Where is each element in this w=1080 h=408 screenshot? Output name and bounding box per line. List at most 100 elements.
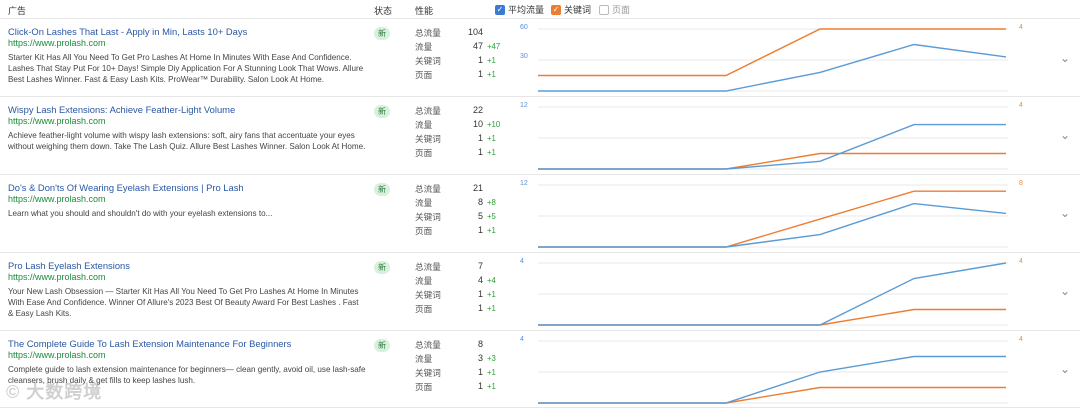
ad-url[interactable]: https://www.prolash.com	[8, 194, 106, 204]
metric-value: 1	[477, 147, 483, 157]
metric-pages: 页面 1 +1	[415, 381, 515, 394]
col-status: 状态	[374, 6, 393, 16]
metric-delta: +1	[487, 56, 496, 65]
ad-description: Starter Kit Has All You Need To Get Pro …	[8, 53, 364, 84]
metric-pages: 页面 1 +1	[415, 303, 515, 316]
status-badge: 新	[374, 339, 390, 352]
metric-value: 1	[477, 225, 483, 235]
metric-value: 1	[477, 289, 483, 299]
metric-keywords: 关键词 1 +1	[415, 367, 515, 380]
chevron-down-icon[interactable]: ⌄	[1060, 206, 1070, 220]
metric-delta: +1	[487, 304, 496, 313]
metric-value: 21	[472, 183, 483, 193]
checkbox-checked-icon: ✓	[495, 4, 505, 15]
metric-traffic: 流量 10 +10	[415, 119, 515, 132]
ad-url[interactable]: https://www.prolash.com	[8, 38, 106, 48]
metric-delta: +10	[487, 120, 501, 129]
ad-title[interactable]: Click-On Lashes That Last - Apply in Min…	[8, 26, 247, 37]
chevron-down-icon[interactable]: ⌄	[1060, 284, 1070, 298]
metric-value: 7	[477, 261, 483, 271]
metric-traffic: 流量 8 +8	[415, 197, 515, 210]
table-header: 广告 状态 性能 ✓ 平均流量 ✓ 关键词 页面	[0, 0, 1080, 18]
metric-delta: +1	[487, 134, 496, 143]
metric-value: 8	[477, 339, 483, 349]
metric-delta: +8	[487, 198, 496, 207]
y-right-max: 4	[1019, 258, 1023, 265]
metric-value: 3	[477, 353, 483, 363]
avg-traffic-series-line	[538, 202, 1007, 248]
metric-delta: +1	[487, 226, 496, 235]
metric-total: 总流量 104	[415, 27, 515, 40]
metric-traffic: 流量 47 +47	[415, 41, 515, 54]
chevron-down-icon[interactable]: ⌄	[1060, 51, 1070, 65]
ad-row: Wispy Lash Extensions: Achieve Feather-L…	[0, 97, 1080, 175]
metric-delta: +1	[487, 148, 496, 157]
metric-label: 流量	[415, 42, 433, 52]
metric-total: 总流量 7	[415, 261, 515, 274]
ad-url[interactable]: https://www.prolash.com	[8, 350, 106, 360]
keyword-series-line	[538, 152, 1006, 170]
metric-delta: +5	[487, 212, 496, 221]
chevron-down-icon[interactable]: ⌄	[1060, 128, 1070, 142]
metric-label: 页面	[415, 70, 433, 80]
col-ad: 广告	[8, 6, 27, 16]
metric-value: 47	[472, 41, 483, 51]
metric-value: 1	[477, 303, 483, 313]
metric-pages: 页面 1 +1	[415, 147, 515, 160]
metric-label: 页面	[415, 148, 433, 158]
y-left-max: 12	[520, 180, 528, 187]
status-badge: 新	[374, 183, 390, 196]
metric-value: 22	[472, 105, 483, 115]
keyword-toggle[interactable]: ✓ 关键词	[551, 3, 591, 16]
y-left-max: 12	[520, 102, 528, 109]
avg-traffic-toggle[interactable]: ✓ 平均流量	[495, 3, 544, 16]
metric-traffic: 流量 4 +4	[415, 275, 515, 288]
metric-delta: +1	[487, 382, 496, 391]
metric-keywords: 关键词 1 +1	[415, 133, 515, 146]
chevron-down-icon[interactable]: ⌄	[1060, 362, 1070, 376]
metric-delta: +1	[487, 368, 496, 377]
metric-total: 总流量 22	[415, 105, 515, 118]
metric-label: 页面	[415, 382, 433, 392]
ad-title[interactable]: Pro Lash Eyelash Extensions	[8, 260, 130, 271]
ad-row: Click-On Lashes That Last - Apply in Min…	[0, 18, 1080, 97]
ad-title[interactable]: Do's & Don'ts Of Wearing Eyelash Extensi…	[8, 182, 244, 193]
ad-description: Achieve feather-light volume with wispy …	[8, 131, 366, 151]
metric-value: 1	[477, 381, 483, 391]
metric-value: 1	[477, 69, 483, 79]
col-perf: 性能	[415, 6, 434, 16]
avg-traffic-series-line	[538, 123, 1006, 170]
watermark: © 大数跨境	[6, 382, 103, 402]
metric-value: 104	[467, 27, 483, 37]
metric-keywords: 关键词 1 +1	[415, 55, 515, 68]
ad-description: Your New Lash Obsession — Starter Kit Ha…	[8, 287, 359, 318]
metric-label: 流量	[415, 276, 433, 286]
metric-value: 1	[477, 367, 483, 377]
metric-label: 页面	[415, 304, 433, 314]
metric-label: 流量	[415, 120, 433, 130]
metric-keywords: 关键词 5 +5	[415, 211, 515, 224]
metric-delta: +47	[487, 42, 501, 51]
metric-label: 流量	[415, 354, 433, 364]
page-toggle[interactable]: 页面	[599, 3, 630, 16]
metric-pages: 页面 1 +1	[415, 225, 515, 238]
ad-title[interactable]: Wispy Lash Extensions: Achieve Feather-L…	[8, 104, 235, 115]
metric-value: 1	[477, 133, 483, 143]
metric-label: 页面	[415, 226, 433, 236]
ad-url[interactable]: https://www.prolash.com	[8, 272, 106, 282]
status-badge: 新	[374, 27, 390, 40]
ad-url[interactable]: https://www.prolash.com	[8, 116, 106, 126]
status-badge: 新	[374, 261, 390, 274]
metric-total: 总流量 8	[415, 339, 515, 352]
keyword-series-line	[538, 308, 1006, 326]
metric-delta: +3	[487, 354, 496, 363]
y-right-max: 4	[1019, 24, 1023, 31]
metric-value: 8	[477, 197, 483, 207]
ad-title[interactable]: The Complete Guide To Lash Extension Mai…	[8, 338, 291, 349]
metric-keywords: 关键词 1 +1	[415, 289, 515, 302]
metric-label: 流量	[415, 198, 433, 208]
keyword-series-line	[538, 190, 1006, 248]
metric-value: 1	[477, 55, 483, 65]
checkbox-checked-icon: ✓	[551, 4, 561, 15]
keyword-series-line	[538, 28, 1006, 77]
